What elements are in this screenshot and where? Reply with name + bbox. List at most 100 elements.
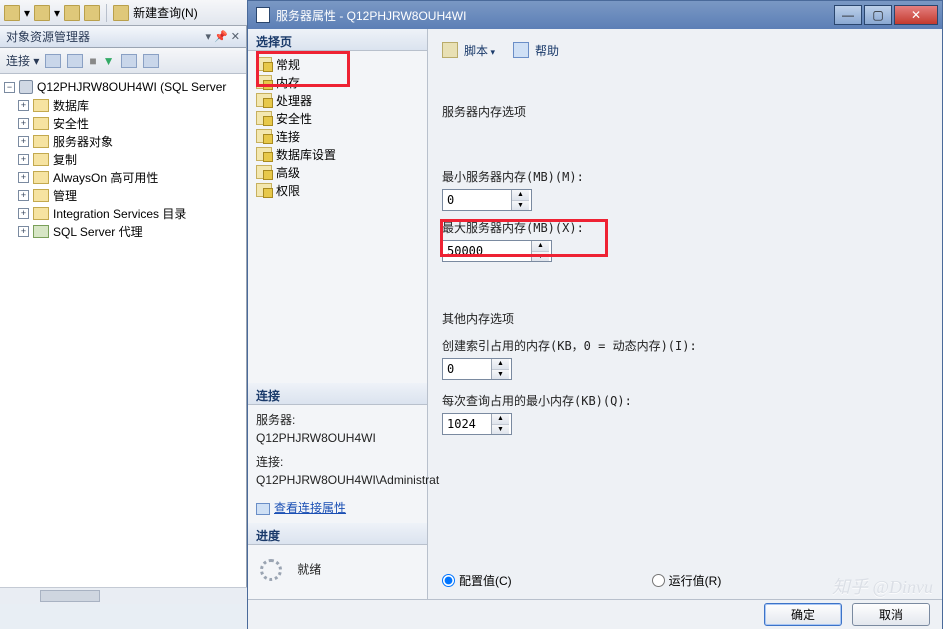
- spin-down-icon[interactable]: ▼: [512, 201, 529, 211]
- query-memory-label: 每次查询占用的最小内存(KB)(Q):: [442, 392, 928, 409]
- folder-icon: [33, 171, 49, 184]
- connect-dropdown[interactable]: 连接 ▾: [6, 52, 39, 69]
- min-memory-label: 最小服务器内存(MB)(M):: [442, 168, 928, 185]
- toolbar-icon[interactable]: [84, 5, 100, 21]
- folder-icon: [33, 117, 49, 130]
- server-node[interactable]: Q12PHJRW8OUH4WI (SQL Server: [37, 80, 226, 94]
- expand-icon[interactable]: +: [18, 118, 29, 129]
- progress-status: 就绪: [297, 563, 321, 577]
- page-icon: [256, 75, 272, 89]
- progress-spinner-icon: [260, 559, 282, 581]
- close-button[interactable]: ✕: [894, 5, 938, 25]
- page-icon: [256, 57, 272, 71]
- radio-input[interactable]: [652, 574, 665, 587]
- view-connection-properties-link[interactable]: 查看连接属性: [274, 501, 346, 515]
- folder-icon: [33, 153, 49, 166]
- index-memory-input[interactable]: [443, 359, 491, 379]
- radio-label: 运行值(R): [669, 572, 722, 589]
- toolbar-icon[interactable]: [143, 54, 159, 68]
- page-memory[interactable]: 内存: [252, 73, 423, 91]
- scrollbar-thumb[interactable]: [40, 590, 100, 602]
- max-memory-spinner[interactable]: ▲▼: [442, 240, 552, 262]
- radio-input[interactable]: [442, 574, 455, 587]
- spin-down-icon[interactable]: ▼: [492, 370, 509, 380]
- tree-node[interactable]: Integration Services 目录: [53, 205, 186, 222]
- spin-up-icon[interactable]: ▲: [512, 190, 529, 201]
- max-memory-input[interactable]: [443, 241, 531, 261]
- page-connection[interactable]: 连接: [252, 127, 423, 145]
- spin-up-icon[interactable]: ▲: [532, 241, 549, 252]
- expand-icon[interactable]: +: [18, 172, 29, 183]
- page-label: 处理器: [276, 92, 312, 109]
- toolbar-icon[interactable]: [45, 54, 61, 68]
- spin-up-icon[interactable]: ▲: [492, 359, 509, 370]
- tree-node[interactable]: AlwaysOn 高可用性: [53, 169, 158, 186]
- page-db-settings[interactable]: 数据库设置: [252, 145, 423, 163]
- page-label: 内存: [276, 74, 300, 91]
- query-memory-input[interactable]: [443, 414, 491, 434]
- dialog-title: 服务器属性 - Q12PHJRW8OUH4WI: [276, 7, 466, 24]
- index-memory-label: 创建索引占用的内存(KB，0 = 动态内存)(I):: [442, 337, 928, 354]
- page-label: 数据库设置: [276, 146, 336, 163]
- conn-server-label: 服务器:: [256, 411, 419, 429]
- page-security[interactable]: 安全性: [252, 109, 423, 127]
- minimize-button[interactable]: —: [834, 5, 862, 25]
- dialog-footer: 确定 取消: [248, 599, 942, 629]
- page-general[interactable]: 常规: [252, 55, 423, 73]
- toolbar-icon[interactable]: [4, 5, 20, 21]
- dialog-left-panel: 选择页 常规 内存 处理器 安全性 连接 数据库设置 高级 权限 连接 服务器:…: [248, 29, 428, 599]
- spin-down-icon[interactable]: ▼: [532, 252, 549, 262]
- expand-icon[interactable]: +: [18, 208, 29, 219]
- page-list: 常规 内存 处理器 安全性 连接 数据库设置 高级 权限: [248, 51, 427, 221]
- folder-icon: [33, 207, 49, 220]
- progress-header: 进度: [248, 523, 427, 545]
- dialog-icon: [256, 7, 270, 23]
- page-advanced[interactable]: 高级: [252, 163, 423, 181]
- expand-icon[interactable]: +: [18, 226, 29, 237]
- page-permissions[interactable]: 权限: [252, 181, 423, 199]
- radio-label: 配置值(C): [459, 572, 512, 589]
- running-value-radio[interactable]: 运行值(R): [652, 572, 722, 589]
- dialog-title-bar[interactable]: 服务器属性 - Q12PHJRW8OUH4WI — ▢ ✕: [248, 1, 942, 29]
- min-memory-spinner[interactable]: ▲▼: [442, 189, 532, 211]
- folder-icon: [33, 135, 49, 148]
- panel-controls[interactable]: ▾ 📌 ✕: [205, 30, 240, 43]
- toolbar-icon[interactable]: [64, 5, 80, 21]
- script-dropdown[interactable]: 脚本: [464, 42, 495, 59]
- help-button[interactable]: 帮助: [535, 42, 559, 59]
- page-processor[interactable]: 处理器: [252, 91, 423, 109]
- spin-down-icon[interactable]: ▼: [492, 425, 509, 435]
- collapse-icon[interactable]: −: [4, 82, 15, 93]
- toolbar-icon[interactable]: [34, 5, 50, 21]
- horizontal-scrollbar[interactable]: [0, 587, 247, 604]
- page-label: 安全性: [276, 110, 312, 127]
- folder-icon: [33, 99, 49, 112]
- tree-node[interactable]: SQL Server 代理: [53, 223, 143, 240]
- server-properties-dialog: 服务器属性 - Q12PHJRW8OUH4WI — ▢ ✕ 选择页 常规 内存 …: [247, 0, 943, 629]
- expand-icon[interactable]: +: [18, 154, 29, 165]
- tree-node[interactable]: 数据库: [53, 97, 89, 114]
- new-query-button[interactable]: 新建查询(N): [133, 4, 198, 21]
- server-memory-options-label: 服务器内存选项: [442, 103, 928, 120]
- object-explorer-tree[interactable]: − Q12PHJRW8OUH4WI (SQL Server + 数据库 + 安全性 +…: [0, 74, 246, 244]
- index-memory-spinner[interactable]: ▲▼: [442, 358, 512, 380]
- conn-value: Q12PHJRW8OUH4WI\Administrat: [256, 471, 419, 489]
- ok-button[interactable]: 确定: [764, 603, 842, 626]
- expand-icon[interactable]: +: [18, 190, 29, 201]
- tree-node[interactable]: 服务器对象: [53, 133, 113, 150]
- toolbar-icon[interactable]: [121, 54, 137, 68]
- expand-icon[interactable]: +: [18, 136, 29, 147]
- tree-node[interactable]: 管理: [53, 187, 77, 204]
- query-memory-spinner[interactable]: ▲▼: [442, 413, 512, 435]
- maximize-button[interactable]: ▢: [864, 5, 892, 25]
- tree-node[interactable]: 复制: [53, 151, 77, 168]
- page-icon: [256, 165, 272, 179]
- cancel-button[interactable]: 取消: [852, 603, 930, 626]
- configured-value-radio[interactable]: 配置值(C): [442, 572, 512, 589]
- spin-up-icon[interactable]: ▲: [492, 414, 509, 425]
- tree-node[interactable]: 安全性: [53, 115, 89, 132]
- new-query-icon[interactable]: [113, 5, 129, 21]
- toolbar-icon[interactable]: [67, 54, 83, 68]
- min-memory-input[interactable]: [443, 190, 511, 210]
- expand-icon[interactable]: +: [18, 100, 29, 111]
